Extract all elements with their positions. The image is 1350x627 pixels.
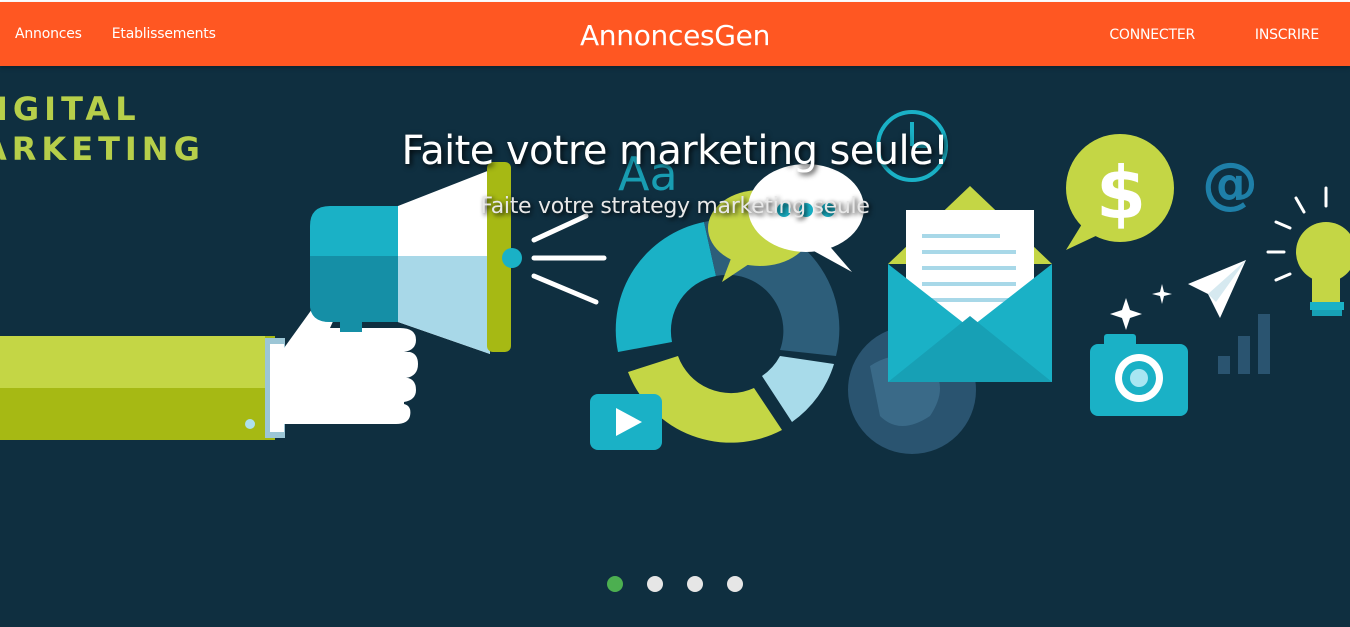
hero-carousel[interactable]: IGITAL ARKETING Aa $ @ Faite votre marke… [0,66,1350,627]
artwork-line-1: IGITAL [0,90,141,128]
register-link[interactable]: INSCRIRE [1255,27,1319,43]
sparkle-icon [1110,284,1172,330]
brand-logo[interactable]: AnnoncesGen [580,19,770,52]
carousel-dot-2[interactable] [647,576,663,592]
carousel-dot-3[interactable] [687,576,703,592]
play-icon [590,394,662,450]
carousel-indicators [0,575,1350,595]
login-link[interactable]: CONNECTER [1109,27,1195,43]
carousel-dot-1[interactable] [607,576,623,592]
slide-title: Faite votre marketing seule! [401,128,950,174]
paper-plane-icon [1188,260,1246,318]
bar-chart-icon [1218,314,1270,374]
nav-left-group: Annonces Etablissements [0,2,231,66]
top-navbar: Annonces Etablissements AnnoncesGen CONN… [0,2,1350,66]
nav-link-etablissements[interactable]: Etablissements [97,26,231,42]
slide-subtitle: Faite votre strategy marketing seule [480,194,870,219]
carousel-dot-4[interactable] [727,576,743,592]
camera-icon [1090,334,1188,416]
nav-link-annonces[interactable]: Annonces [0,26,97,42]
megaphone-icon [310,162,607,354]
